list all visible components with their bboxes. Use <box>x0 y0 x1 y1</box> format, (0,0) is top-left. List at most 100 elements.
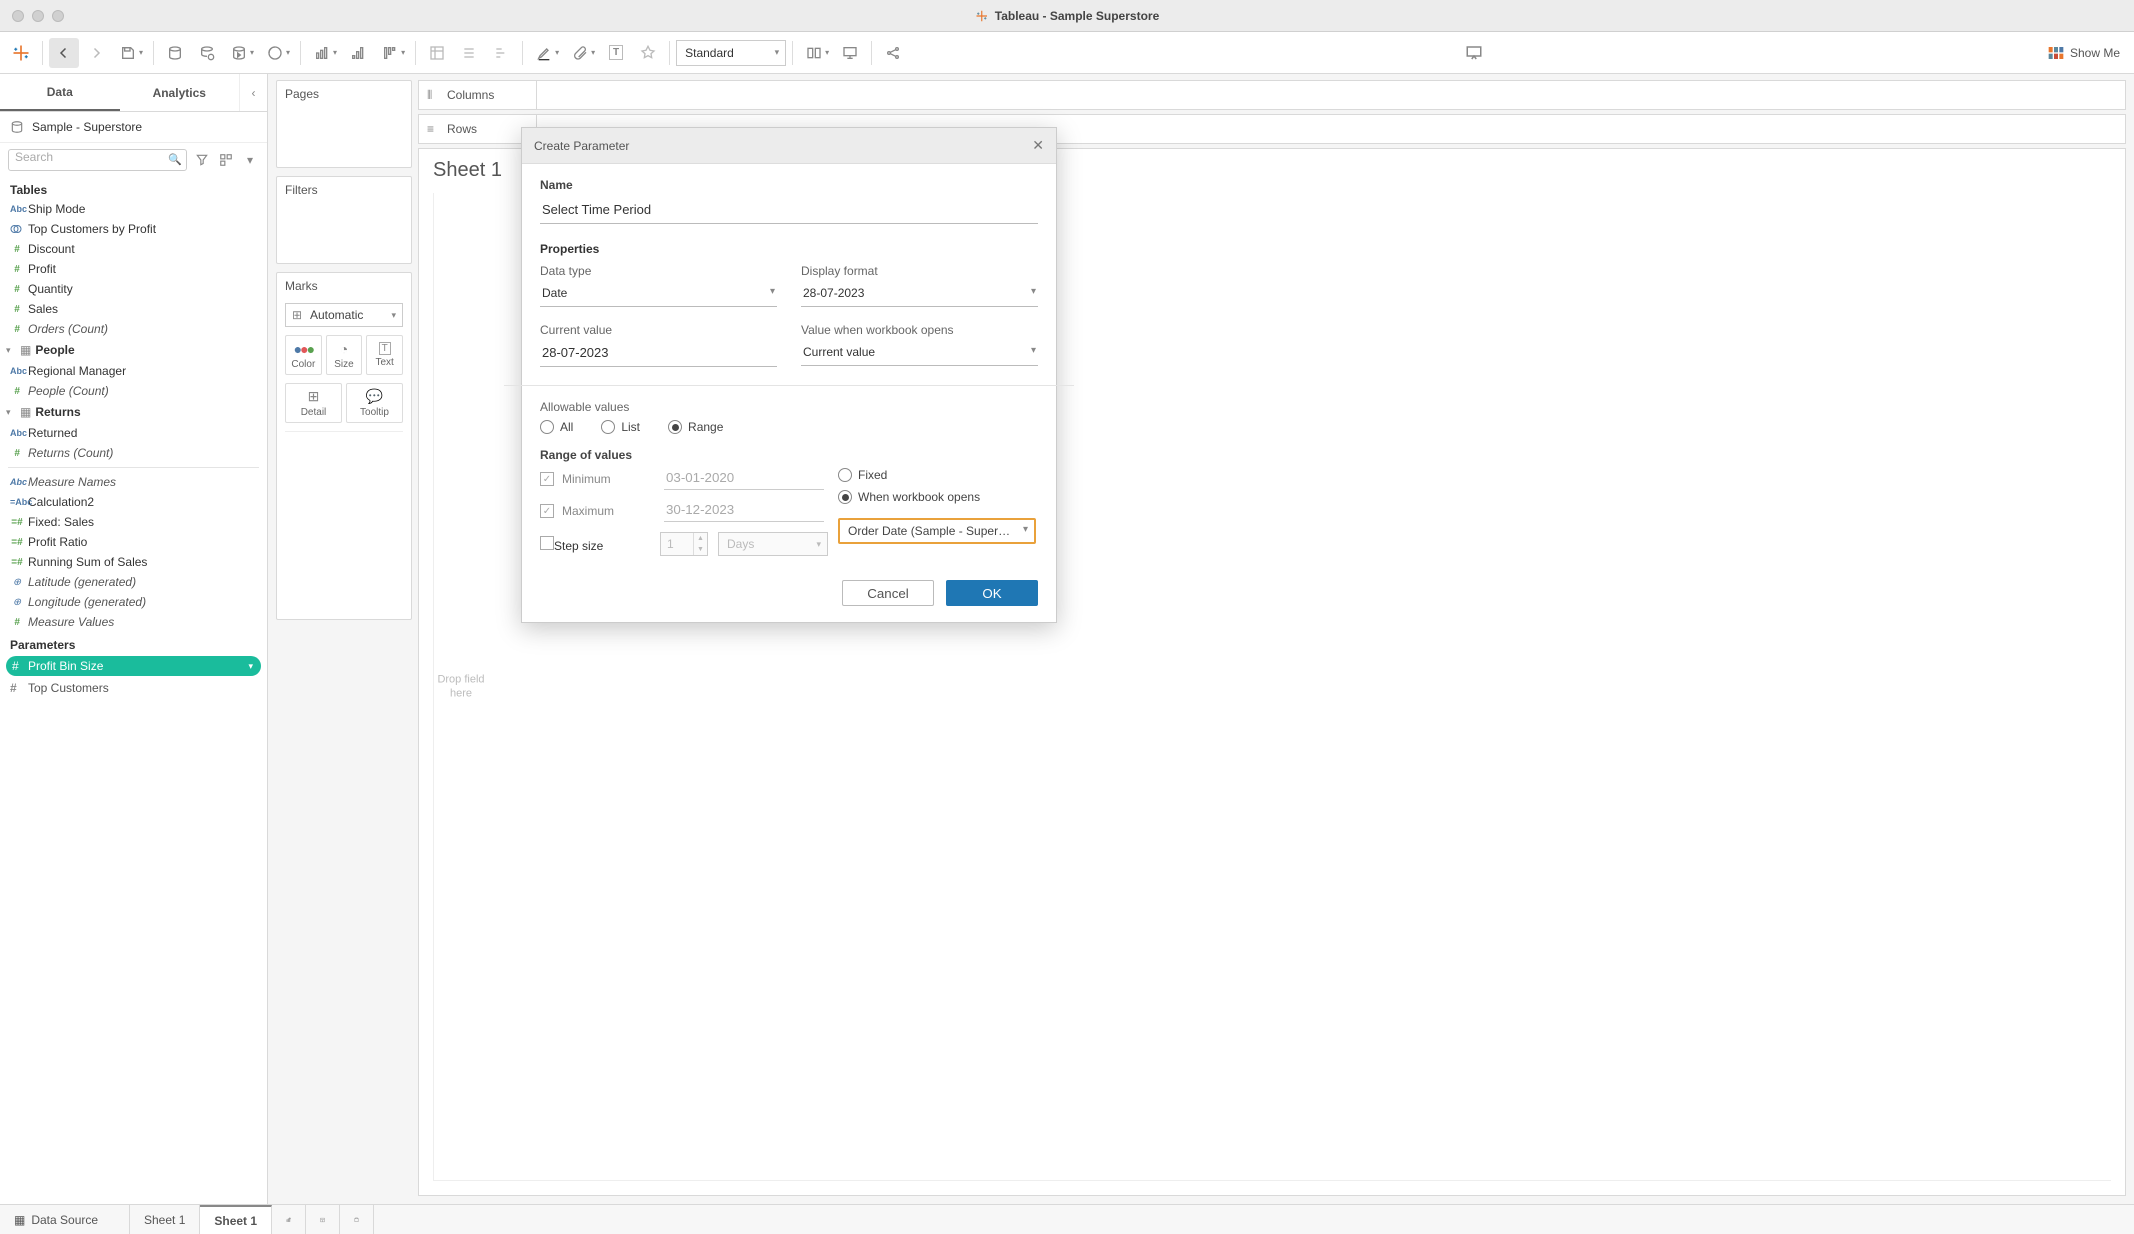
maximum-checkbox[interactable] <box>540 504 554 518</box>
ok-button[interactable]: OK <box>946 580 1038 606</box>
text-label-button[interactable]: T <box>601 38 631 68</box>
field-regional-manager[interactable]: AbcRegional Manager <box>0 361 267 381</box>
run-update-button[interactable] <box>224 38 254 68</box>
field-profit[interactable]: #Profit <box>0 259 267 279</box>
field-fixed-sales[interactable]: =#Fixed: Sales <box>0 512 267 532</box>
new-worksheet-tab-button[interactable] <box>272 1205 306 1234</box>
field-quantity[interactable]: #Quantity <box>0 279 267 299</box>
view-fields-icon[interactable] <box>217 151 235 169</box>
group-people[interactable]: ▾▦People <box>0 339 267 361</box>
range-when-workbook-opens-radio[interactable]: When workbook opens <box>838 490 1038 504</box>
sort-asc-button[interactable] <box>343 38 373 68</box>
mark-text-button[interactable]: TText <box>366 335 403 375</box>
mark-tooltip-button[interactable]: 💬Tooltip <box>346 383 403 423</box>
show-cards-button[interactable] <box>799 38 829 68</box>
new-story-tab-button[interactable] <box>340 1205 374 1234</box>
pin-button[interactable] <box>633 38 663 68</box>
guide-me-button[interactable] <box>1459 38 1489 68</box>
group-button[interactable] <box>486 38 516 68</box>
worksheet-canvas[interactable]: Sheet 1 Drop field here Create Parameter… <box>418 148 2126 1196</box>
param-top-customers[interactable]: #Top Customers <box>0 678 267 698</box>
datasource-item[interactable]: Sample - Superstore <box>0 112 267 143</box>
new-dashboard-tab-button[interactable] <box>306 1205 340 1234</box>
group-returns[interactable]: ▾▦Returns <box>0 401 267 423</box>
field-sales[interactable]: #Sales <box>0 299 267 319</box>
field-calculation2[interactable]: =AbcCalculation2 <box>0 492 267 512</box>
data-tab[interactable]: Data <box>0 74 120 111</box>
field-measure-names[interactable]: AbcMeasure Names <box>0 472 267 492</box>
pause-auto-updates-button[interactable] <box>192 38 222 68</box>
mark-size-button[interactable]: ◔Size <box>326 335 363 375</box>
sort-desc-button[interactable] <box>375 38 405 68</box>
swap-button[interactable] <box>307 38 337 68</box>
field-top-customers-by-profit[interactable]: Top Customers by Profit <box>0 219 267 239</box>
cancel-button[interactable]: Cancel <box>842 580 934 606</box>
analytics-tab[interactable]: Analytics <box>120 74 240 111</box>
step-size-input: 1▲▼ <box>660 532 708 556</box>
minimum-input[interactable] <box>664 468 824 490</box>
new-worksheet-button[interactable] <box>260 38 290 68</box>
marks-drop-area[interactable] <box>285 431 403 611</box>
range-source-field-select[interactable]: Order Date (Sample - Superstore) <box>838 518 1036 544</box>
field-measure-values[interactable]: #Measure Values <box>0 612 267 632</box>
field-ship-mode[interactable]: AbcShip Mode <box>0 199 267 219</box>
data-source-tab[interactable]: ▦Data Source <box>0 1205 130 1234</box>
field-profit-ratio[interactable]: =#Profit Ratio <box>0 532 267 552</box>
data-type-select[interactable]: Date <box>540 282 777 307</box>
allow-range-radio[interactable]: Range <box>668 420 723 434</box>
allowable-values-label: Allowable values <box>540 400 1038 414</box>
field-running-sum-sales[interactable]: =#Running Sum of Sales <box>0 552 267 572</box>
field-returned[interactable]: AbcReturned <box>0 423 267 443</box>
field-returns-count[interactable]: #Returns (Count) <box>0 443 267 463</box>
field-search-input[interactable]: Search <box>8 149 187 171</box>
field-orders-count[interactable]: #Orders (Count) <box>0 319 267 339</box>
close-window-dot[interactable] <box>12 10 24 22</box>
fit-mode-select[interactable]: Standard <box>676 40 786 66</box>
totals-button[interactable] <box>422 38 452 68</box>
minimum-checkbox[interactable] <box>540 472 554 486</box>
new-data-source-button[interactable] <box>160 38 190 68</box>
workbook-open-select[interactable]: Current value <box>801 341 1038 366</box>
collapse-pane-button[interactable]: ‹ <box>239 74 267 111</box>
rows-shelf-label: ≡Rows <box>418 114 536 144</box>
allow-list-radio[interactable]: List <box>601 420 640 434</box>
field-people-count[interactable]: #People (Count) <box>0 381 267 401</box>
filters-shelf[interactable]: Filters <box>276 176 412 264</box>
highlight-color-button[interactable] <box>529 38 559 68</box>
step-size-checkbox[interactable] <box>540 536 554 550</box>
filter-fields-icon[interactable] <box>193 151 211 169</box>
param-profit-bin-size[interactable]: #Profit Bin Size <box>6 656 261 676</box>
range-fixed-radio[interactable]: Fixed <box>838 468 1038 482</box>
display-format-select[interactable]: 28-07-2023 <box>801 282 1038 307</box>
field-discount[interactable]: #Discount <box>0 239 267 259</box>
mark-type-select[interactable]: Automatic <box>285 303 403 327</box>
dialog-close-button[interactable]: ✕ <box>1032 137 1044 154</box>
maximum-input[interactable] <box>664 500 824 522</box>
share-button[interactable] <box>878 38 908 68</box>
attachment-button[interactable] <box>565 38 595 68</box>
drop-field-hint: Drop field here <box>434 672 488 701</box>
pages-shelf[interactable]: Pages <box>276 80 412 168</box>
undo-button[interactable] <box>49 38 79 68</box>
save-button[interactable] <box>113 38 143 68</box>
mark-color-button[interactable]: ●●●Color <box>285 335 322 375</box>
mark-detail-button[interactable]: ⊞Detail <box>285 383 342 423</box>
zoom-window-dot[interactable] <box>52 10 64 22</box>
redo-button[interactable] <box>81 38 111 68</box>
columns-shelf[interactable] <box>536 80 2126 110</box>
sheet-tab-1[interactable]: Sheet 1 <box>130 1205 200 1234</box>
highlight-button[interactable] <box>454 38 484 68</box>
sheet-tab-1-active[interactable]: Sheet 1 <box>200 1205 272 1234</box>
minimize-window-dot[interactable] <box>32 10 44 22</box>
show-me-button[interactable]: Show Me <box>2040 42 2128 64</box>
current-value-input[interactable] <box>540 341 777 367</box>
datasource-name: Sample - Superstore <box>32 120 142 134</box>
parameter-name-input[interactable] <box>540 198 1038 224</box>
presentation-button[interactable] <box>835 38 865 68</box>
tableau-logo-button[interactable] <box>6 38 36 68</box>
allow-all-radio[interactable]: All <box>540 420 573 434</box>
sheet-title[interactable]: Sheet 1 <box>433 159 502 182</box>
field-longitude-generated[interactable]: ⊕Longitude (generated) <box>0 592 267 612</box>
field-latitude-generated[interactable]: ⊕Latitude (generated) <box>0 572 267 592</box>
find-field-caret[interactable]: ▾ <box>241 151 259 169</box>
